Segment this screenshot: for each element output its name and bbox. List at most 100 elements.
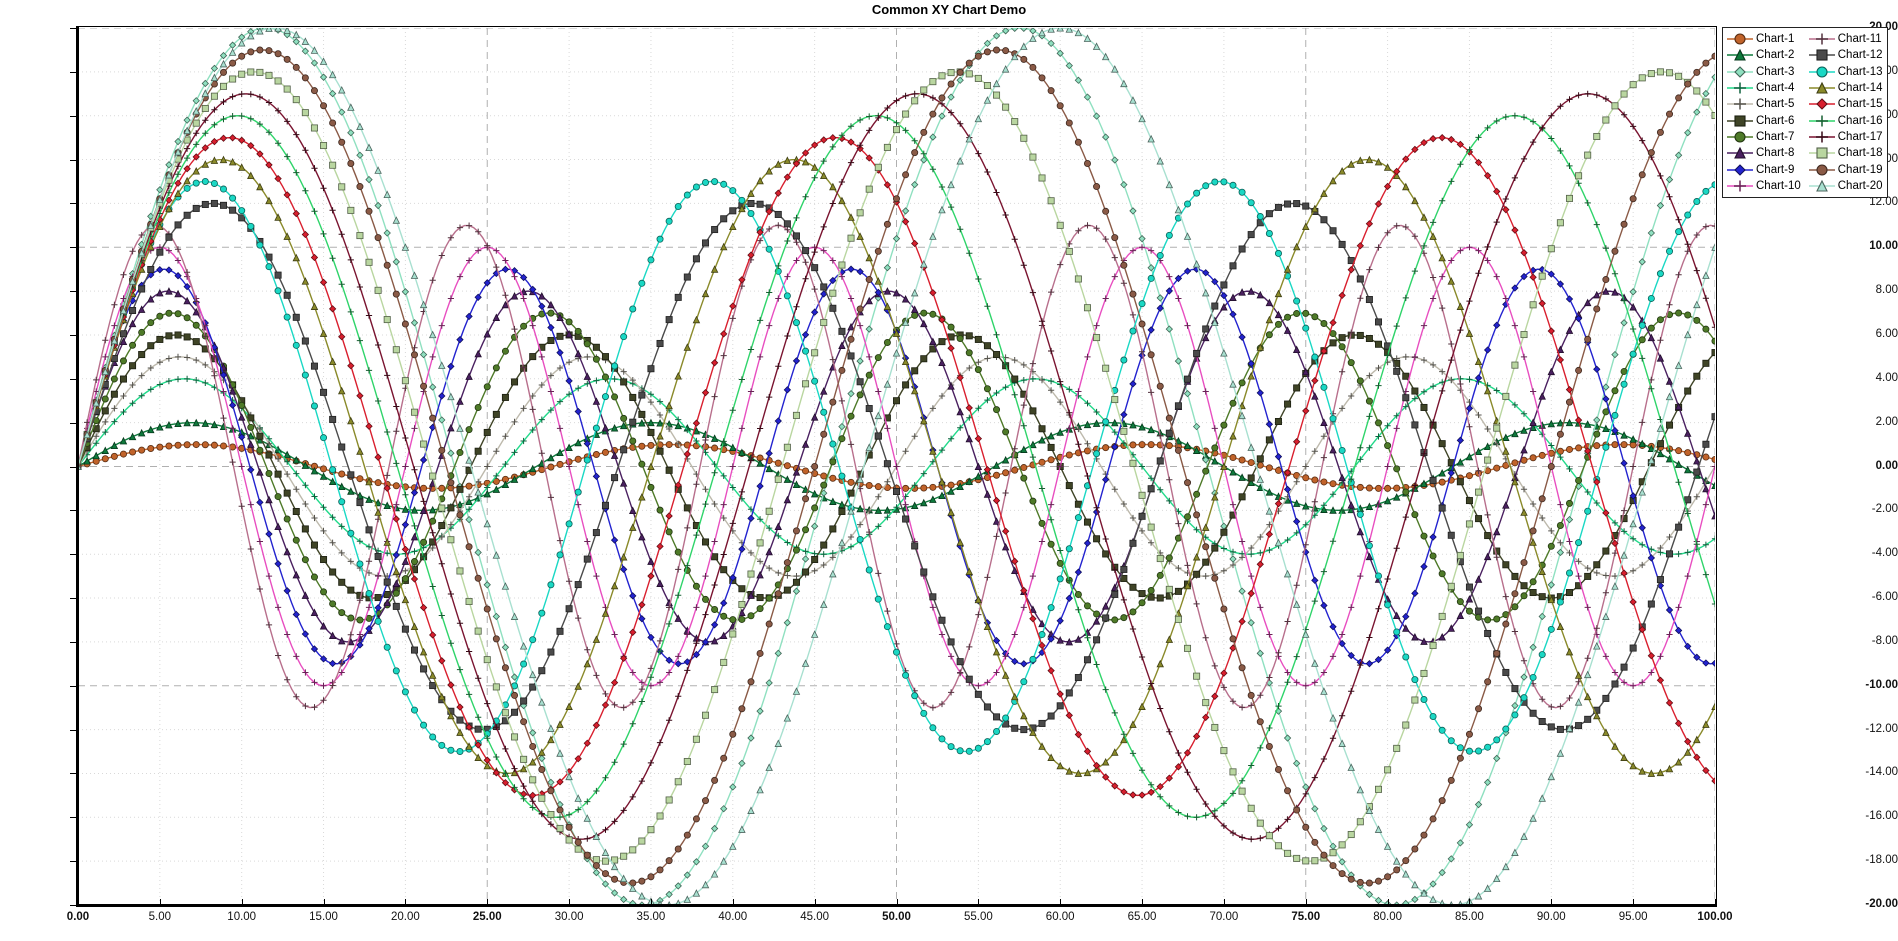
y-axis-tick: [70, 466, 76, 468]
x-axis-label: 80.00: [1373, 911, 1402, 923]
x-axis-tick: [78, 899, 79, 905]
legend-item-chart-15[interactable]: Chart-15: [1808, 96, 1883, 112]
plus-marker-icon: [1726, 81, 1754, 95]
legend-label: Chart-1: [1756, 33, 1795, 46]
legend-label: Chart-6: [1756, 114, 1795, 127]
square-marker-icon: [1808, 146, 1836, 160]
x-axis-tick: [732, 899, 734, 905]
legend-item-chart-5[interactable]: Chart-5: [1726, 96, 1801, 112]
x-axis-label: 70.00: [1209, 911, 1239, 923]
legend-item-chart-10[interactable]: Chart-10: [1726, 178, 1801, 194]
plus-marker-icon: [1808, 32, 1836, 46]
legend-item-chart-8[interactable]: Chart-8: [1726, 145, 1801, 161]
legend-label: Chart-9: [1756, 163, 1795, 176]
y-axis-label: 4.00: [1875, 371, 1898, 384]
legend-item-chart-3[interactable]: Chart-3: [1726, 64, 1801, 80]
y-axis-label: -18.00: [1865, 854, 1898, 867]
y-axis-label: 0.00: [1875, 459, 1898, 472]
legend-label: Chart-20: [1837, 179, 1883, 192]
legend-item-chart-18[interactable]: Chart-18: [1808, 145, 1883, 161]
y-axis-line: [76, 26, 79, 907]
y-axis-tick: [70, 729, 76, 731]
legend-label: Chart-10: [1756, 179, 1801, 192]
square-marker-icon: [1808, 48, 1836, 62]
legend-label: Chart-19: [1837, 163, 1883, 176]
y-axis-label: -14.00: [1865, 766, 1898, 779]
plot-border-top: [76, 26, 1717, 27]
x-axis-tick: [241, 899, 243, 905]
legend-item-chart-6[interactable]: Chart-6: [1726, 112, 1801, 128]
y-axis-tick: [70, 554, 76, 556]
legend-item-chart-2[interactable]: Chart-2: [1726, 47, 1801, 63]
x-axis-tick: [1387, 899, 1389, 905]
legend-item-chart-16[interactable]: Chart-16: [1808, 112, 1883, 128]
y-axis-label: -16.00: [1865, 810, 1898, 823]
x-axis-tick: [1142, 899, 1144, 905]
legend-label: Chart-16: [1837, 114, 1883, 127]
y-axis-tick: [70, 71, 76, 73]
y-axis-tick: [70, 203, 76, 205]
x-axis-tick: [1551, 899, 1553, 905]
legend-label: Chart-4: [1756, 82, 1795, 95]
x-axis-tick: [1633, 899, 1635, 905]
diamond-marker-icon: [1726, 65, 1754, 79]
y-axis-label: 2.00: [1875, 415, 1898, 428]
y-axis-tick: [70, 685, 76, 687]
legend-item-chart-12[interactable]: Chart-12: [1808, 47, 1883, 63]
legend-item-chart-17[interactable]: Chart-17: [1808, 129, 1883, 145]
x-axis-label: 10.00: [227, 911, 257, 923]
x-axis-tick: [1305, 899, 1307, 905]
diamond-marker-icon: [1808, 97, 1836, 111]
y-axis-tick: [70, 422, 76, 424]
triangle-marker-icon: [1808, 179, 1836, 193]
x-axis-label: 35.00: [636, 911, 666, 923]
y-axis-tick: [70, 641, 76, 643]
y-axis-tick: [70, 247, 76, 249]
x-axis-tick: [650, 899, 652, 905]
legend-label: Chart-11: [1837, 33, 1882, 46]
y-axis-tick: [70, 334, 76, 336]
plot-area[interactable]: [78, 28, 1715, 905]
legend-item-chart-4[interactable]: Chart-4: [1726, 80, 1801, 96]
square-marker-icon: [1726, 114, 1754, 128]
y-axis-tick: [70, 861, 76, 863]
legend-grid: Chart-1 Chart-11 Chart-2 Chart-12 Chart-3 Cha…: [1726, 31, 1883, 194]
legend-item-chart-19[interactable]: Chart-19: [1808, 161, 1883, 177]
legend[interactable]: Chart-1 Chart-11 Chart-2 Chart-12 Chart-3 Cha…: [1722, 27, 1888, 198]
legend-label: Chart-8: [1756, 147, 1795, 160]
legend-label: Chart-18: [1837, 147, 1883, 160]
triangle-marker-icon: [1726, 146, 1754, 160]
chart-root: Common XY Chart Demo 20.0018.0016.0014.0…: [0, 0, 1898, 941]
y-axis-label: 8.00: [1875, 284, 1898, 297]
legend-item-chart-1[interactable]: Chart-1: [1726, 31, 1801, 47]
plus-marker-icon: [1808, 114, 1836, 128]
y-axis-label: -4.00: [1871, 547, 1898, 560]
triangle-marker-icon: [1726, 48, 1754, 62]
x-axis-label: 45.00: [800, 911, 830, 923]
legend-label: Chart-3: [1756, 65, 1795, 78]
legend-item-chart-9[interactable]: Chart-9: [1726, 161, 1801, 177]
x-axis-label: 55.00: [963, 911, 993, 923]
y-axis-label: -12.00: [1865, 722, 1898, 735]
y-axis-tick: [70, 598, 76, 600]
legend-item-chart-20[interactable]: Chart-20: [1808, 178, 1883, 194]
y-axis-label: 6.00: [1875, 327, 1898, 340]
x-axis-tick: [323, 899, 325, 905]
circle-marker-icon: [1726, 32, 1754, 46]
legend-item-chart-7[interactable]: Chart-7: [1726, 129, 1801, 145]
y-axis-label: -6.00: [1871, 591, 1898, 604]
y-axis-label: -20.00: [1865, 898, 1898, 910]
plus-marker-icon: [1808, 130, 1836, 144]
legend-label: Chart-14: [1837, 82, 1883, 95]
legend-label: Chart-7: [1756, 130, 1795, 143]
x-axis-tick: [569, 899, 571, 905]
diamond-marker-icon: [1726, 163, 1754, 177]
x-axis-label: 90.00: [1536, 911, 1566, 923]
x-axis-label: 5.00: [148, 911, 172, 923]
legend-item-chart-11[interactable]: Chart-11: [1808, 31, 1883, 47]
y-axis-tick: [70, 510, 76, 512]
legend-item-chart-14[interactable]: Chart-14: [1808, 80, 1883, 96]
y-axis-tick: [70, 28, 76, 29]
circle-marker-icon: [1808, 65, 1836, 79]
legend-item-chart-13[interactable]: Chart-13: [1808, 64, 1883, 80]
